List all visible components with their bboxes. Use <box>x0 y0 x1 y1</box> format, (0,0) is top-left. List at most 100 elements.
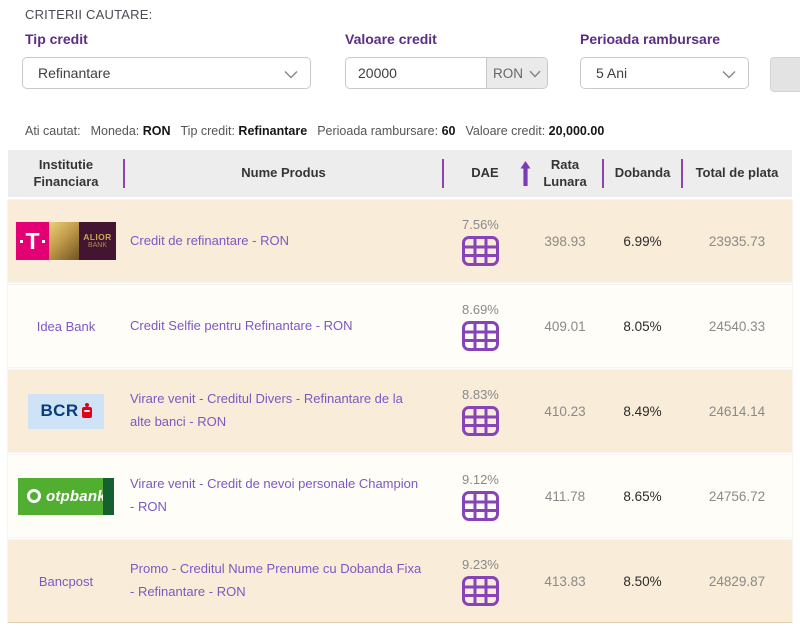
dae-value: 9.23% <box>462 556 499 572</box>
summary-label: Valoare credit: <box>465 124 546 138</box>
dae-cell: 8.83% <box>443 370 527 452</box>
alior-bank-wordmark: ALIOR BANK <box>79 222 116 260</box>
criteria-title: CRITERII CAUTARE: <box>25 7 153 22</box>
col-header-dobanda[interactable]: Dobanda <box>603 150 682 197</box>
erste-savings-box-icon <box>81 403 92 418</box>
bank-name-link[interactable]: Idea Bank <box>37 319 96 334</box>
rata-lunara-value: 409.01 <box>544 318 586 334</box>
rata-lunara-value: 413.83 <box>544 573 586 589</box>
tip-credit-select[interactable]: Refinantare <box>22 57 311 89</box>
search-summary: Ati cautat: Moneda: RON Tip credit: Refina… <box>25 124 604 138</box>
institution-cell: Idea Bank <box>8 285 124 367</box>
product-cell: Promo - Creditul Nume Prenume cu Dobanda… <box>124 540 443 622</box>
table-header: Institutie Financiara Nume Produs DAE Ra… <box>8 150 792 197</box>
rate-table-icon[interactable] <box>462 490 499 521</box>
col-header-nume-produs[interactable]: Nume Produs <box>124 150 443 197</box>
dae-value: 9.12% <box>462 471 499 487</box>
summary-item: Perioada rambursare: 60 <box>317 124 455 138</box>
currency-select[interactable]: RON <box>486 58 547 88</box>
header-divider <box>681 159 683 188</box>
summary-label: Moneda: <box>90 124 140 138</box>
total-de-plata-value: 24614.14 <box>708 403 766 419</box>
header-divider <box>602 159 604 188</box>
dae-cell: 7.56% <box>443 200 527 282</box>
summary-value: 20,000.00 <box>548 124 605 138</box>
otp-wordmark: otpbank <box>46 487 106 505</box>
product-link[interactable]: Credit Selfie pentru Refinantare - RON <box>130 315 353 338</box>
chevron-down-icon <box>284 70 298 79</box>
sort-ascending-icon[interactable] <box>520 160 531 187</box>
dobanda-value: 8.65% <box>623 488 662 504</box>
rate-table-icon[interactable] <box>462 320 499 351</box>
rate-table-icon[interactable] <box>462 405 499 436</box>
col-header-total-de-plata[interactable]: Total de plata <box>682 150 792 197</box>
tip-credit-label: Tip credit <box>25 31 88 47</box>
dobanda-value: 6.99% <box>623 233 662 249</box>
table-body: T ALIOR BANK Credit de refinantare - RON 7… <box>8 200 792 622</box>
table-row: BCR Virare venit - Creditul Divers - Ref… <box>8 370 792 452</box>
dae-cell: 9.23% <box>443 540 527 622</box>
otp-bank-logo[interactable]: otpbank <box>18 477 114 515</box>
summary-label: Perioada rambursare: <box>317 124 439 138</box>
dae-value: 8.69% <box>462 301 499 317</box>
dobanda-value: 8.05% <box>623 318 662 334</box>
product-link[interactable]: Promo - Creditul Nume Prenume cu Dobanda… <box>130 558 425 604</box>
alior-name-line1: ALIOR <box>83 231 112 242</box>
dobanda-value: 8.49% <box>623 403 662 419</box>
header-divider <box>442 159 444 188</box>
table-row: T ALIOR BANK Credit de refinantare - RON 7… <box>8 200 792 282</box>
perioada-rambursare-value: 5 Ani <box>596 65 628 81</box>
institution-cell: Bancpost <box>8 540 124 622</box>
total-de-plata-value: 24829.87 <box>708 573 766 589</box>
product-cell: Virare venit - Credit de nevoi personale… <box>124 455 443 537</box>
col-header-rata-lunara[interactable]: Rata Lunara <box>527 150 603 197</box>
alior-gold-emblem <box>49 222 79 260</box>
credit-comparison-page: CRITERII CAUTARE: Tip credit Valoare cre… <box>0 0 800 626</box>
dae-cell: 8.69% <box>443 285 527 367</box>
valoare-credit-input[interactable] <box>346 58 486 88</box>
institution-cell: BCR <box>8 370 124 452</box>
bank-name-link[interactable]: Bancpost <box>39 574 93 589</box>
alior-name-line2: BANK <box>87 241 108 249</box>
rata-lunara-value: 411.78 <box>544 488 586 504</box>
currency-value: RON <box>493 65 523 81</box>
truncated-button[interactable] <box>770 57 800 92</box>
dae-value: 7.56% <box>462 216 499 232</box>
dobanda-value: 8.50% <box>623 573 662 589</box>
rata-lunara-value: 410.23 <box>544 403 586 419</box>
valoare-credit-label: Valoare credit <box>345 31 437 47</box>
results-table: Institutie Financiara Nume Produs DAE Ra… <box>8 150 792 623</box>
summary-label: Tip credit: <box>180 124 235 138</box>
dae-cell: 9.12% <box>443 455 527 537</box>
product-link[interactable]: Credit de refinantare - RON <box>130 230 289 253</box>
total-de-plata-value: 24540.33 <box>708 318 766 334</box>
table-row: otpbank Virare venit - Credit de nevoi p… <box>8 455 792 537</box>
chevron-down-icon <box>722 70 736 79</box>
bcr-wordmark: BCR <box>40 401 79 420</box>
rate-table-icon[interactable] <box>462 575 499 606</box>
rate-table-icon[interactable] <box>462 235 499 266</box>
summary-item: Tip credit: Refinantare <box>181 124 308 138</box>
summary-value: RON <box>142 124 171 138</box>
telekom-alior-bank-logo[interactable]: T ALIOR BANK <box>16 222 116 260</box>
tip-credit-value: Refinantare <box>38 65 111 81</box>
otp-logo-strip <box>103 477 114 515</box>
table-row: Bancpost Promo - Creditul Nume Prenume c… <box>8 540 792 622</box>
summary-value: Refinantare <box>238 124 308 138</box>
summary-item: Valoare credit: 20,000.00 <box>466 124 605 138</box>
total-de-plata-value: 24756.72 <box>708 488 766 504</box>
product-cell: Credit Selfie pentru Refinantare - RON <box>124 285 443 367</box>
product-cell: Credit de refinantare - RON <box>124 200 443 282</box>
table-row: Idea Bank Credit Selfie pentru Refinanta… <box>8 285 792 367</box>
product-link[interactable]: Virare venit - Credit de nevoi personale… <box>130 473 425 519</box>
header-divider <box>123 159 125 188</box>
total-de-plata-value: 23935.73 <box>708 233 766 249</box>
col-header-dae[interactable]: DAE <box>443 150 527 197</box>
valoare-credit-group: RON <box>345 57 548 89</box>
bcr-logo[interactable]: BCR <box>28 393 104 429</box>
col-header-institutie-financiara[interactable]: Institutie Financiara <box>8 150 124 197</box>
rata-lunara-value: 398.93 <box>544 233 586 249</box>
summary-prefix: Ati cautat: <box>25 124 81 138</box>
perioada-rambursare-select[interactable]: 5 Ani <box>580 57 749 89</box>
product-link[interactable]: Virare venit - Creditul Divers - Refinan… <box>130 388 425 434</box>
